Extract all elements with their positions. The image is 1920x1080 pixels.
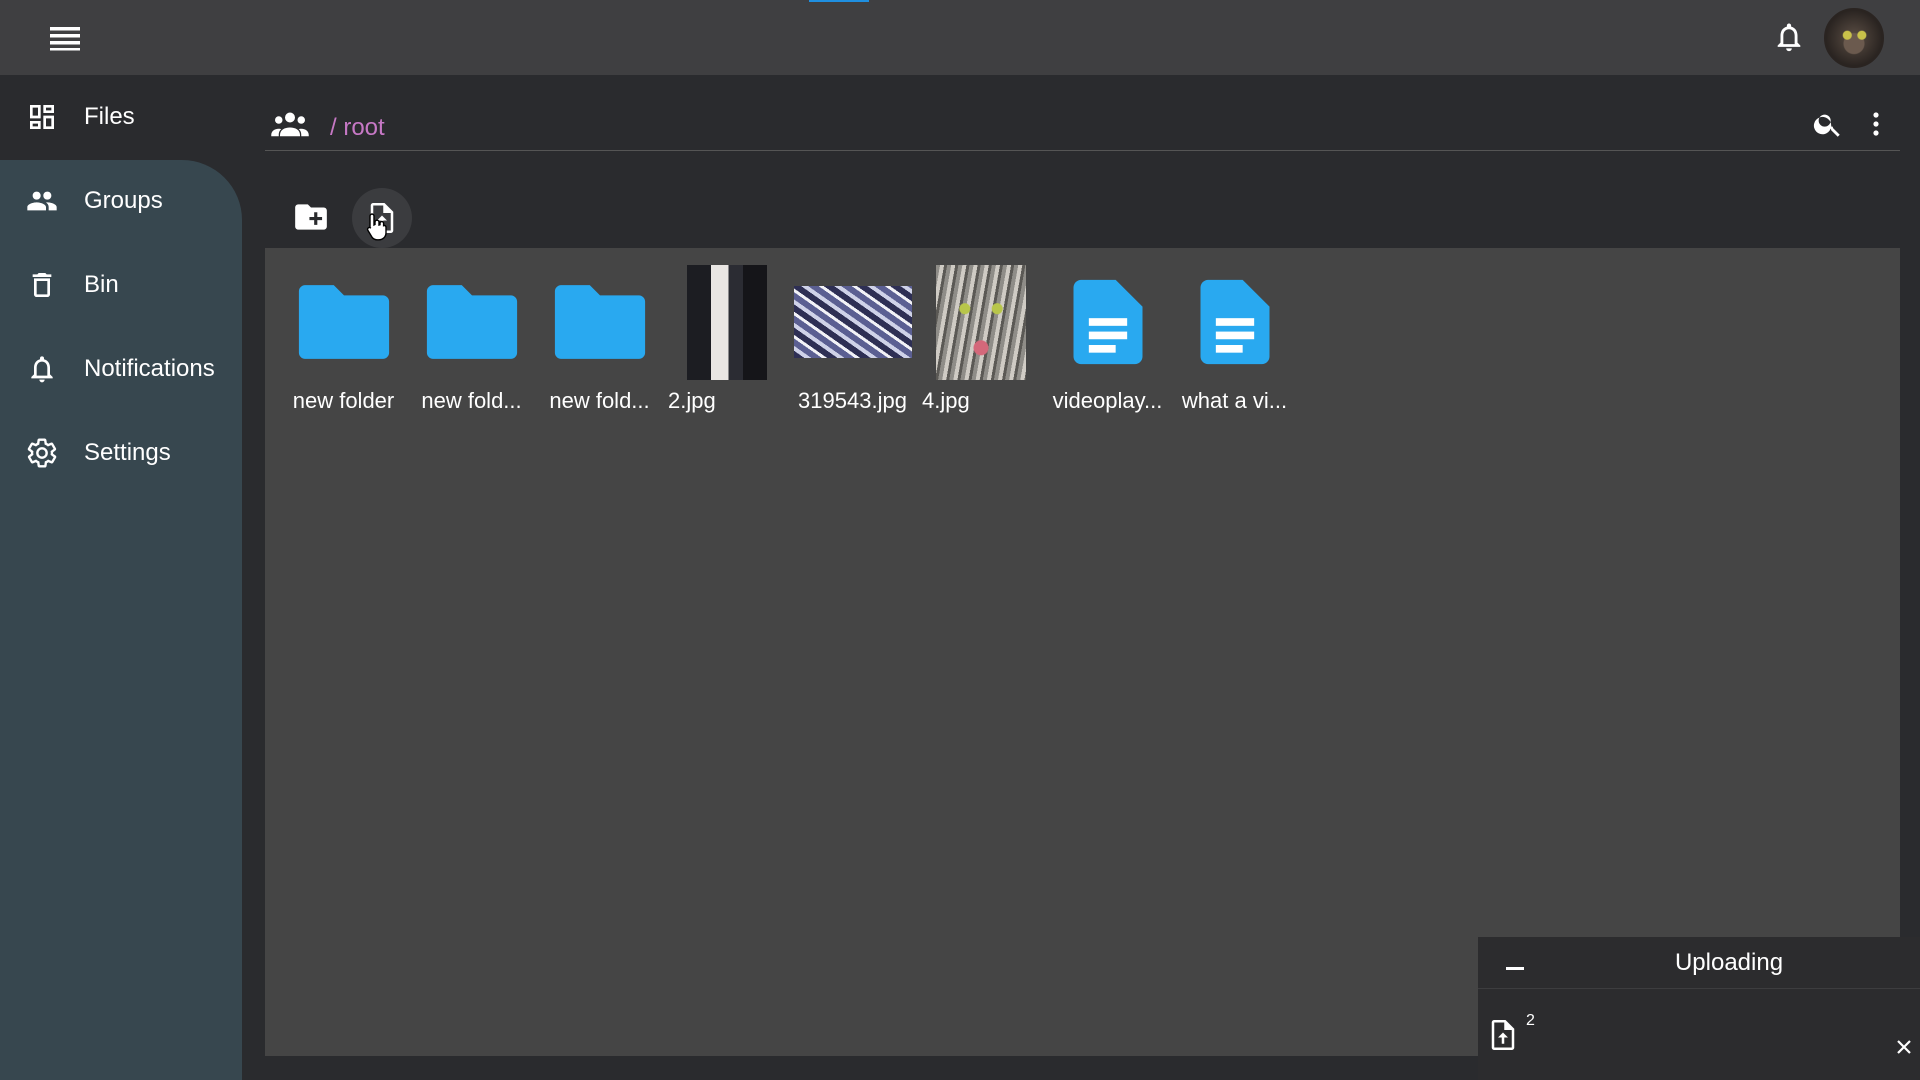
image-thumbnail (686, 264, 767, 380)
document-icon (1073, 279, 1142, 365)
people-icon (27, 191, 57, 211)
gear-icon (27, 438, 57, 468)
file-name: new folder (292, 388, 395, 413)
document-item[interactable]: videoplay... (1045, 262, 1170, 413)
search-icon[interactable] (1812, 108, 1844, 140)
folder-icon (426, 285, 517, 359)
sidebar-item-label: Notifications (84, 355, 215, 382)
file-name: 2.jpg (668, 388, 716, 413)
bell-icon (31, 356, 53, 383)
avatar[interactable] (1824, 8, 1884, 68)
folder-icon (554, 285, 645, 359)
folder-item[interactable]: new fold... (409, 262, 534, 413)
trash-icon (32, 273, 52, 297)
sidebar-item-notifications[interactable]: Notifications (0, 339, 242, 399)
file-name: videoplay... (1052, 388, 1163, 413)
image-item[interactable]: 2.jpg (664, 262, 789, 413)
upload-file-icon (1491, 1020, 1515, 1050)
sidebar-item-label: Settings (84, 439, 171, 466)
sidebar-item-label: Bin (84, 271, 119, 298)
bell-icon[interactable] (1772, 20, 1806, 54)
image-item[interactable]: 319543.jpg (790, 262, 915, 413)
close-icon[interactable] (1896, 1039, 1912, 1055)
upload-count: 2 (1526, 1012, 1535, 1029)
sidebar-item-files[interactable]: Files (0, 87, 242, 147)
image-thumbnail (793, 286, 912, 358)
file-name: new fold... (549, 388, 650, 413)
folder-item[interactable]: new fold... (537, 262, 662, 413)
sidebar-item-bin[interactable]: Bin (0, 255, 242, 315)
breadcrumb[interactable]: / root (330, 114, 385, 142)
hamburger-menu-icon[interactable] (48, 24, 82, 52)
file-name: 319543.jpg (798, 388, 907, 413)
image-item[interactable]: 4.jpg (918, 262, 1043, 413)
document-icon (1200, 279, 1269, 365)
more-vert-icon[interactable] (1866, 108, 1886, 140)
file-name: new fold... (421, 388, 522, 413)
sidebar: Files Groups Bin Notifications Settings (0, 75, 242, 1080)
loading-indicator (809, 0, 869, 2)
header-divider (265, 150, 1900, 151)
group-icon[interactable] (270, 110, 310, 140)
file-name: 4.jpg (922, 388, 970, 413)
upload-title: Uploading (1674, 949, 1784, 976)
sidebar-item-settings[interactable]: Settings (0, 423, 242, 483)
folder-item[interactable]: new folder (281, 262, 406, 413)
top-app-bar (0, 0, 1920, 75)
upload-progress-panel: Uploading 2 (1478, 937, 1920, 1080)
dashboard-icon (30, 105, 54, 129)
sidebar-item-label: Files (84, 103, 135, 130)
sidebar-item-groups[interactable]: Groups (0, 171, 242, 231)
file-name: what a vi... (1181, 388, 1288, 413)
document-item[interactable]: what a vi... (1172, 262, 1297, 413)
create-new-folder-icon[interactable] (292, 198, 330, 236)
mouse-cursor-icon (366, 213, 387, 241)
folder-icon (298, 285, 389, 359)
sidebar-item-label: Groups (84, 187, 163, 214)
image-thumbnail (935, 264, 1026, 380)
upload-panel-header: Uploading (1478, 937, 1920, 989)
